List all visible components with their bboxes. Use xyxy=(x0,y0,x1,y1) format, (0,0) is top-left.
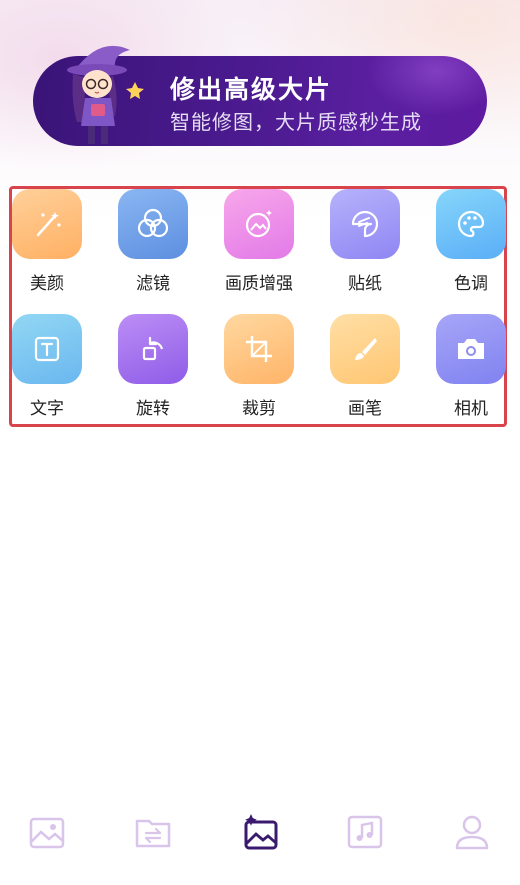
gallery-icon xyxy=(29,817,65,849)
tool-label: 裁剪 xyxy=(242,399,276,419)
tool-brush[interactable]: 画笔 xyxy=(325,314,405,424)
crop-icon xyxy=(224,314,294,384)
tool-label: 画质增强 xyxy=(225,274,293,294)
tool-camera[interactable]: 相机 xyxy=(431,314,511,424)
folder-transfer-icon xyxy=(135,819,171,848)
tool-sticker[interactable]: 贴纸 xyxy=(325,189,405,299)
filter-circles-icon xyxy=(118,189,188,259)
sticker-icon xyxy=(330,189,400,259)
tool-label: 画笔 xyxy=(348,399,382,419)
palette-icon xyxy=(436,189,506,259)
tool-label: 旋转 xyxy=(136,399,170,419)
music-icon xyxy=(347,815,383,849)
tool-label: 美颜 xyxy=(30,274,64,294)
nav-ai-edit[interactable] xyxy=(238,810,282,854)
tool-label: 滤镜 xyxy=(136,274,170,294)
witch-mascot-illustration xyxy=(67,45,144,144)
tool-tone[interactable]: 色调 xyxy=(431,189,511,299)
magic-wand-icon xyxy=(12,189,82,259)
tool-beauty[interactable]: 美颜 xyxy=(7,189,87,299)
tool-label: 贴纸 xyxy=(348,274,382,294)
tool-label: 文字 xyxy=(30,399,64,419)
tool-label: 色调 xyxy=(454,274,488,294)
rotate-icon xyxy=(118,314,188,384)
brush-icon xyxy=(330,314,400,384)
text-icon xyxy=(12,314,82,384)
profile-icon xyxy=(455,815,489,850)
tool-filter[interactable]: 滤镜 xyxy=(113,189,193,299)
tool-enhance[interactable]: 画质增强 xyxy=(219,189,299,299)
nav-gallery[interactable] xyxy=(25,810,69,854)
tool-label: 相机 xyxy=(454,399,488,419)
nav-files[interactable] xyxy=(131,810,175,854)
banner-subtitle: 智能修图，大片质感秒生成 xyxy=(170,110,422,134)
tool-rotate[interactable]: 旋转 xyxy=(113,314,193,424)
nav-music[interactable] xyxy=(343,810,387,854)
nav-profile[interactable] xyxy=(450,810,494,854)
tool-crop[interactable]: 裁剪 xyxy=(219,314,299,424)
image-enhance-icon xyxy=(224,189,294,259)
ai-edit-icon xyxy=(244,814,278,850)
camera-icon xyxy=(436,314,506,384)
tool-text[interactable]: 文字 xyxy=(7,314,87,424)
bottom-nav xyxy=(0,810,520,860)
banner-title: 修出高级大片 xyxy=(170,75,333,104)
